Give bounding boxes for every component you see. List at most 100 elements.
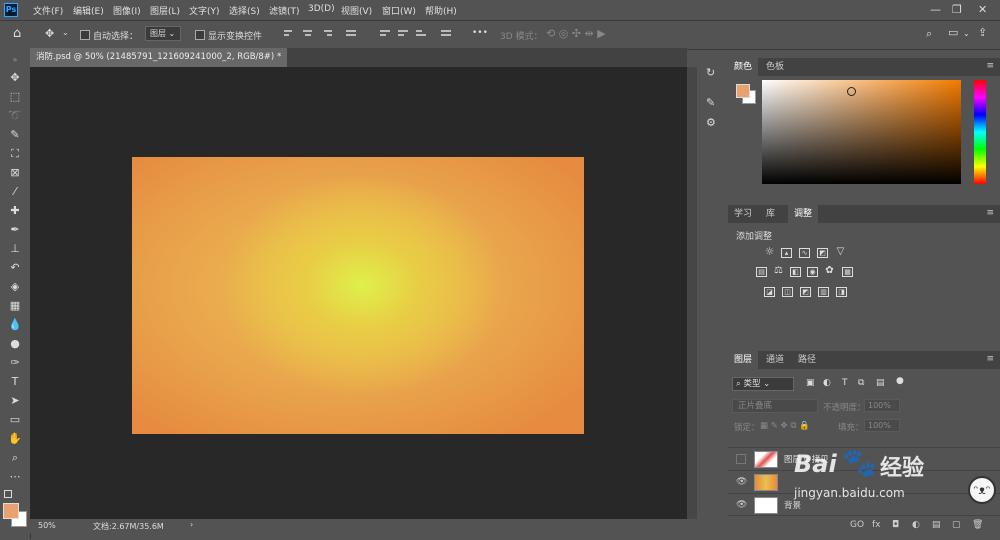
foreground-color-swatch[interactable]: [736, 84, 750, 98]
align-bottom-icon[interactable]: [416, 30, 426, 39]
panel-menu-icon[interactable]: ≡: [986, 354, 994, 364]
history-icon[interactable]: ↻: [706, 66, 715, 79]
color-picker-handle[interactable]: [847, 87, 856, 96]
brush-settings-icon[interactable]: ✎: [706, 96, 715, 109]
zoom-tool-icon[interactable]: ⌕: [7, 451, 23, 465]
menu-filter[interactable]: 滤镜(T): [269, 4, 300, 17]
marquee-tool-icon[interactable]: ⬚: [7, 90, 23, 104]
move-tool-icon[interactable]: ✥: [7, 71, 23, 85]
gradient-tool-icon[interactable]: ▦: [7, 299, 23, 313]
distribute-icon[interactable]: [346, 30, 356, 39]
delete-layer-icon[interactable]: 🗑: [972, 520, 983, 530]
opacity-input[interactable]: 100%: [864, 399, 900, 412]
align-top-icon[interactable]: [380, 30, 390, 39]
filter-smart-icon[interactable]: ▤: [876, 378, 885, 388]
layer-style-icon[interactable]: fx: [872, 520, 881, 530]
dodge-tool-icon[interactable]: ●: [7, 337, 23, 351]
minimize-button[interactable]: —: [930, 3, 941, 16]
home-icon[interactable]: ⌂: [13, 26, 21, 41]
curves-icon[interactable]: ∿: [799, 248, 810, 258]
eye-icon[interactable]: 👁: [736, 477, 747, 487]
blur-tool-icon[interactable]: 💧: [7, 318, 23, 332]
stamp-tool-icon[interactable]: ⊥: [7, 242, 23, 256]
distribute-vertical-icon[interactable]: [441, 30, 451, 39]
frame-tool-icon[interactable]: ⊠: [7, 166, 23, 180]
visibility-toggle[interactable]: [736, 454, 746, 464]
tab-libraries[interactable]: 库: [760, 205, 781, 223]
eraser-tool-icon[interactable]: ◈: [7, 280, 23, 294]
new-layer-icon[interactable]: ▢: [952, 520, 961, 530]
filter-toggle-icon[interactable]: ●: [896, 376, 904, 386]
invert-icon[interactable]: ◪: [764, 287, 775, 297]
vibrance-icon[interactable]: ▽: [835, 247, 846, 258]
menu-window[interactable]: 窗口(W): [382, 4, 416, 17]
more-tools-icon[interactable]: ⋯: [7, 470, 23, 484]
zoom-level[interactable]: 50%: [38, 521, 56, 530]
adjustment-layer-icon[interactable]: ◐: [912, 520, 920, 530]
color-balance-icon[interactable]: ⚖: [773, 266, 784, 277]
healing-tool-icon[interactable]: ✚: [7, 204, 23, 218]
align-left-icon[interactable]: [284, 30, 294, 39]
auto-select-checkbox[interactable]: [80, 30, 90, 40]
hue-slider[interactable]: [974, 80, 986, 184]
color-lookup-icon[interactable]: ▦: [842, 267, 853, 277]
hue-saturation-icon[interactable]: ▤: [756, 267, 767, 277]
photo-filter-icon[interactable]: ◉: [807, 267, 818, 277]
gradient-map-icon[interactable]: ▥: [818, 287, 829, 297]
menu-help[interactable]: 帮助(H): [425, 4, 457, 17]
filter-pixel-icon[interactable]: ▣: [806, 378, 815, 388]
tab-layers[interactable]: 图层: [728, 351, 759, 369]
link-layers-icon[interactable]: GO: [850, 520, 864, 530]
menu-layer[interactable]: 图层(L): [150, 4, 180, 17]
tab-color[interactable]: 颜色: [728, 58, 759, 76]
posterize-icon[interactable]: ◫: [782, 287, 793, 297]
collapse-icon[interactable]: »: [7, 53, 23, 67]
tab-learn[interactable]: 学习: [728, 205, 758, 223]
default-colors-icon[interactable]: [4, 490, 12, 498]
foreground-color-swatch[interactable]: [3, 503, 19, 519]
more-options-icon[interactable]: •••: [472, 28, 488, 38]
3d-orbit-icon[interactable]: ⟲ ◎ ✣ ⇹ ▶: [546, 27, 606, 40]
layer-name[interactable]: 图层 0 拷贝: [784, 453, 829, 465]
layer-row[interactable]: 图层 0 拷贝: [728, 447, 1000, 470]
document-canvas[interactable]: [132, 157, 584, 434]
fill-input[interactable]: 100%: [864, 419, 900, 432]
menu-file[interactable]: 文件(F): [33, 4, 63, 17]
filter-type-icon[interactable]: T: [842, 378, 848, 388]
black-white-icon[interactable]: ◧: [790, 267, 801, 277]
layer-filter-dropdown[interactable]: ⌕ 类型 ⌄: [732, 377, 794, 391]
menu-type[interactable]: 文字(Y): [189, 4, 220, 17]
new-group-icon[interactable]: ▤: [932, 520, 941, 530]
lock-icons[interactable]: ▦ ✎ ✥ ⧉ 🔒: [760, 421, 810, 431]
menu-view[interactable]: 视图(V): [341, 4, 372, 17]
vertical-scrollbar[interactable]: [687, 67, 697, 519]
menu-3d[interactable]: 3D(D): [308, 4, 335, 14]
tab-channels[interactable]: 通道: [760, 351, 790, 369]
panel-menu-icon[interactable]: ≡: [986, 61, 994, 71]
path-select-icon[interactable]: ➤: [7, 394, 23, 408]
chevron-down-icon[interactable]: ⌄: [62, 28, 69, 37]
eyedropper-tool-icon[interactable]: ⁄: [7, 185, 23, 199]
threshold-icon[interactable]: ◩: [800, 287, 811, 297]
quick-select-tool-icon[interactable]: ✎: [7, 128, 23, 142]
color-picker-field[interactable]: [762, 80, 961, 184]
exposure-icon[interactable]: ◩: [817, 248, 828, 258]
blend-mode-dropdown[interactable]: 正片叠底: [732, 399, 818, 413]
chevron-down-icon[interactable]: ⌄: [963, 29, 970, 38]
pen-tool-icon[interactable]: ✑: [7, 356, 23, 370]
share-icon[interactable]: ⇪: [978, 26, 987, 39]
show-transform-checkbox[interactable]: [195, 30, 205, 40]
layer-select-dropdown[interactable]: 图层 ⌄: [145, 26, 181, 41]
lasso-tool-icon[interactable]: ➰: [7, 109, 23, 123]
move-tool-icon[interactable]: ✥: [45, 27, 54, 40]
restore-button[interactable]: ❐: [952, 3, 962, 16]
menu-image[interactable]: 图像(I): [113, 4, 141, 17]
filter-adjust-icon[interactable]: ◐: [823, 378, 831, 388]
rectangle-tool-icon[interactable]: ▭: [7, 413, 23, 427]
brush-tool-icon[interactable]: ✒: [7, 223, 23, 237]
align-right-icon[interactable]: [322, 30, 332, 39]
brightness-icon[interactable]: ☼: [764, 246, 775, 258]
levels-icon[interactable]: ▴: [781, 248, 792, 258]
status-arrow-icon[interactable]: ›: [190, 520, 193, 529]
close-window-button[interactable]: ✕: [978, 3, 987, 16]
